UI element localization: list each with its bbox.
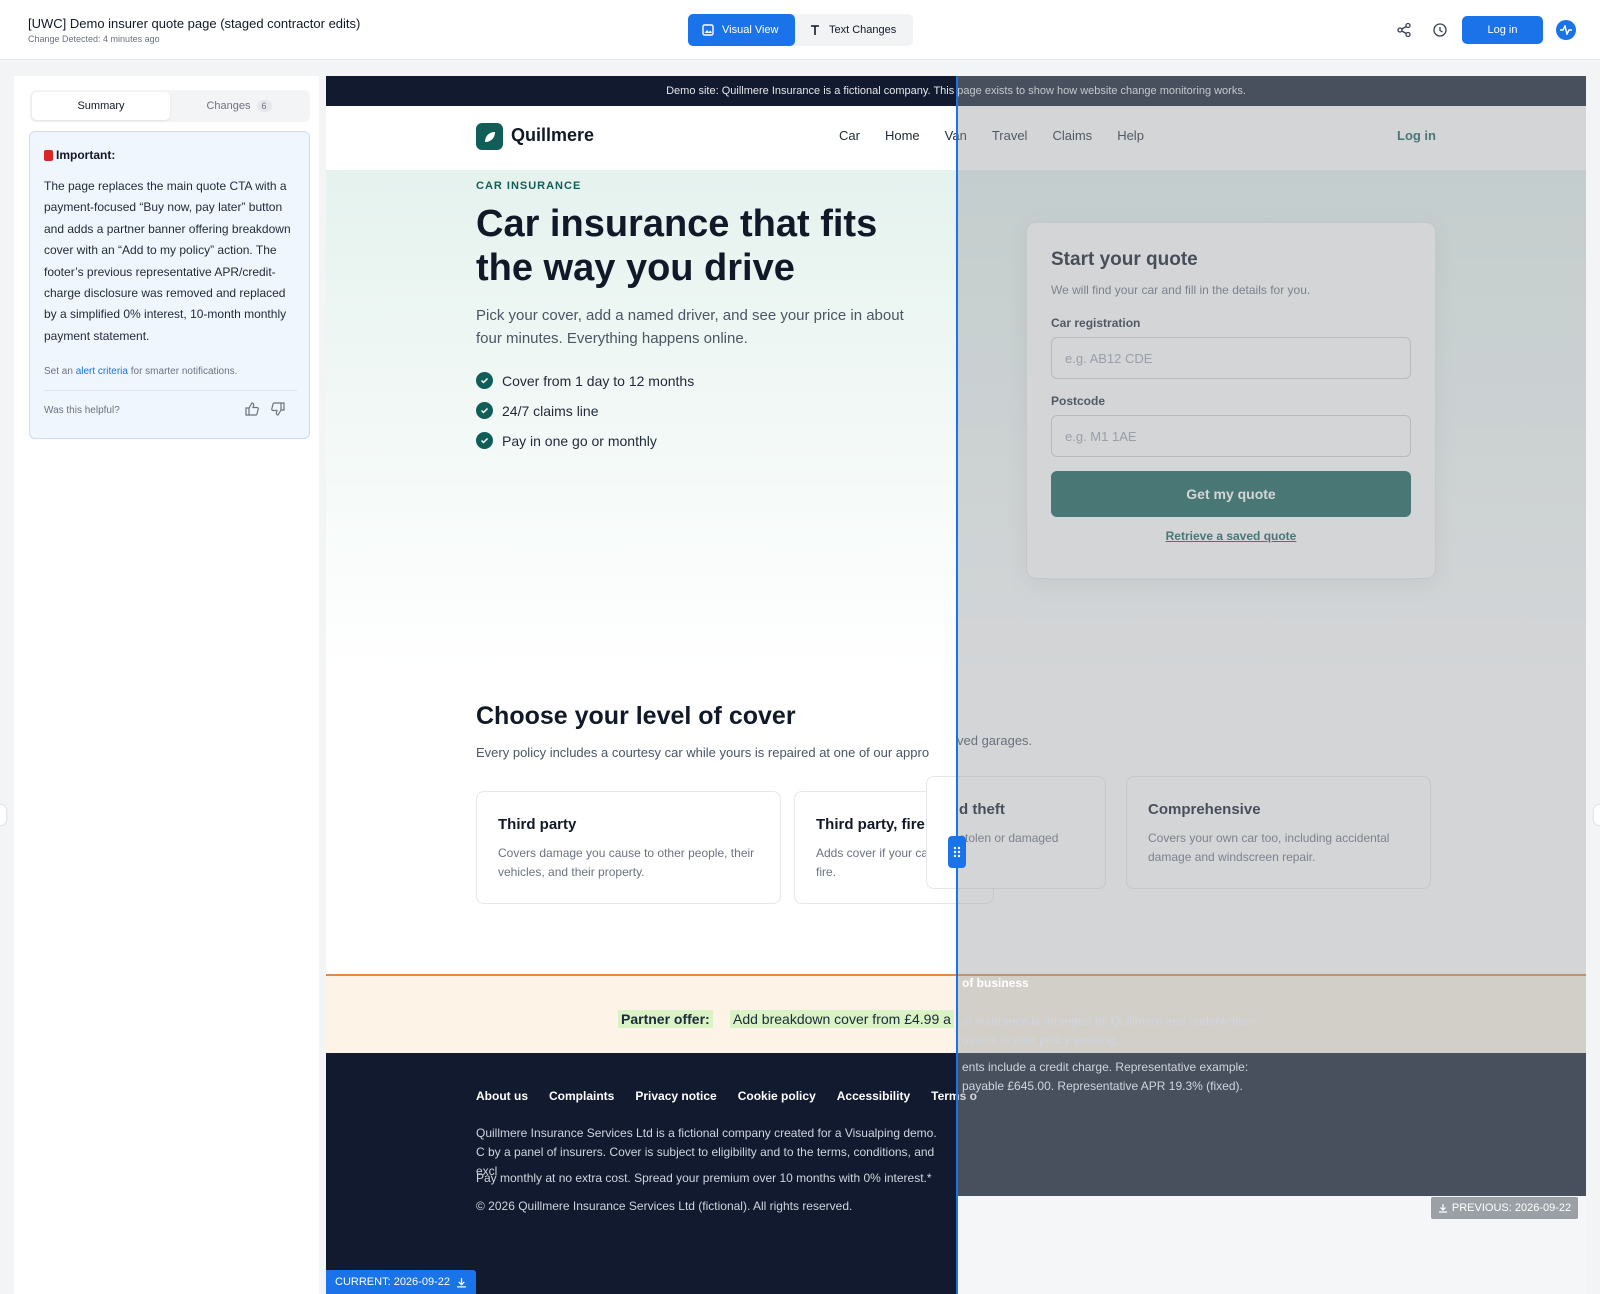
thumbs-up-icon[interactable] <box>244 401 260 417</box>
check-icon <box>476 432 493 449</box>
summary-text: The page replaces the main quote CTA wit… <box>44 179 291 343</box>
feedback-buttons <box>244 401 286 417</box>
hero-eyebrow: CAR INSURANCE <box>476 180 582 192</box>
change-detected-time: Change Detected: 4 minutes ago <box>28 34 160 44</box>
visual-view-button[interactable]: Visual View <box>688 14 795 46</box>
important-heading: Important: <box>44 148 115 162</box>
footer-about[interactable]: About us <box>476 1089 528 1103</box>
footer-privacy[interactable]: Privacy notice <box>635 1089 716 1103</box>
brand-name: Quillmere <box>511 125 595 145</box>
previous-footer-heading: of business <box>962 976 1029 990</box>
text-changes-label: Text Changes <box>829 24 897 36</box>
prev-arrow[interactable] <box>0 805 6 825</box>
check-text: 24/7 claims line <box>502 402 599 419</box>
nav-home[interactable]: Home <box>885 128 920 143</box>
thumbs-down-icon[interactable] <box>270 401 286 417</box>
check-text: Pay in one go or monthly <box>502 432 657 449</box>
activity-icon[interactable] <box>1556 20 1576 40</box>
check-icon <box>476 372 493 389</box>
image-icon <box>702 24 714 36</box>
hero-lead: Pick your cover, add a named driver, and… <box>476 307 904 347</box>
cover-card-desc: Covers damage you cause to other people,… <box>498 846 755 879</box>
cover-heading: Choose your level of cover <box>476 702 796 730</box>
previous-tag-label: PREVIOUS: 2026-09-22 <box>1451 1202 1572 1214</box>
comparison-preview: Demo site: Quillmere Insurance is a fict… <box>326 76 1586 1294</box>
cover-subheading: Every policy includes a courtesy car whi… <box>476 745 930 760</box>
footer-cookie[interactable]: Cookie policy <box>738 1089 816 1103</box>
top-bar: [UWC] Demo insurer quote page (staged co… <box>0 0 1600 60</box>
view-toggle: Visual View Text Changes <box>688 14 913 46</box>
tab-summary[interactable]: Summary <box>32 92 170 120</box>
cover-card-title: Third party, fire ar <box>816 816 944 833</box>
hero-headline: Car insurance that fits the way you driv… <box>476 203 878 289</box>
leaf-logo-icon <box>476 123 503 150</box>
changes-count-badge: 6 <box>256 100 272 112</box>
visual-view-label: Visual View <box>722 24 779 36</box>
download-icon <box>1438 1204 1447 1213</box>
text-icon <box>811 25 819 35</box>
tab-changes-label: Changes <box>206 100 251 112</box>
previous-footer-text: ar insurance is arranged by Quillmere an… <box>962 1014 1255 1047</box>
divider <box>44 390 297 391</box>
partner-label: Partner offer: <box>618 1010 713 1028</box>
summary-card: Important: The page replaces the main qu… <box>29 131 310 439</box>
check-item: Cover from 1 day to 12 months <box>476 372 694 389</box>
alert-criteria-link[interactable]: alert criteria <box>76 366 128 377</box>
footer-complaints[interactable]: Complaints <box>549 1089 614 1103</box>
check-item: Pay in one go or monthly <box>476 432 694 449</box>
history-icon[interactable] <box>1430 20 1450 40</box>
cover-card-third-party[interactable]: Third party Covers damage you cause to ot… <box>476 791 781 904</box>
share-icon[interactable] <box>1394 20 1414 40</box>
split-drag-handle[interactable] <box>948 836 966 868</box>
check-item: 24/7 claims line <box>476 402 694 419</box>
tab-changes[interactable]: Changes 6 <box>170 92 308 120</box>
important-label: Important: <box>56 148 116 162</box>
alert-prefix: Set an <box>44 366 73 377</box>
download-icon <box>457 1277 466 1288</box>
current-version-tag[interactable]: CURRENT: 2026-09-22 <box>326 1270 476 1294</box>
sidebar-tabs: Summary Changes 6 <box>30 90 310 122</box>
pin-icon <box>44 149 53 161</box>
drag-icon <box>953 846 961 858</box>
next-arrow[interactable] <box>1594 805 1600 825</box>
summary-sidebar: Summary Changes 6 Important: The page rep… <box>14 76 319 1294</box>
cover-card-title: Third party <box>498 816 577 833</box>
footer-links: About us Complaints Privacy notice Cooki… <box>476 1089 998 1103</box>
previous-credit-disclosure: ents include a credit charge. Representa… <box>962 1060 1249 1093</box>
partner-text: Add breakdown cover from £4.99 a <box>730 1010 954 1028</box>
previous-version-tag[interactable]: PREVIOUS: 2026-09-22 <box>1431 1197 1578 1219</box>
monitor-title: [UWC] Demo insurer quote page (staged co… <box>28 16 361 31</box>
check-text: Cover from 1 day to 12 months <box>502 372 695 389</box>
hero-checklist: Cover from 1 day to 12 months 24/7 claim… <box>476 372 694 462</box>
helpful-prompt: Was this helpful? <box>44 405 120 416</box>
tab-summary-label: Summary <box>77 100 125 112</box>
alert-hint: Set an alert criteria for smarter notifi… <box>44 366 237 377</box>
split-divider[interactable] <box>956 76 958 1294</box>
login-button[interactable]: Log in <box>1462 16 1543 44</box>
alert-suffix: for smarter notifications. <box>130 366 238 377</box>
footer-accessibility[interactable]: Accessibility <box>837 1089 910 1103</box>
check-icon <box>476 402 493 419</box>
text-changes-button[interactable]: Text Changes <box>795 14 910 46</box>
current-tag-label: CURRENT: 2026-09-22 <box>335 1276 450 1288</box>
nav-car[interactable]: Car <box>839 128 860 143</box>
